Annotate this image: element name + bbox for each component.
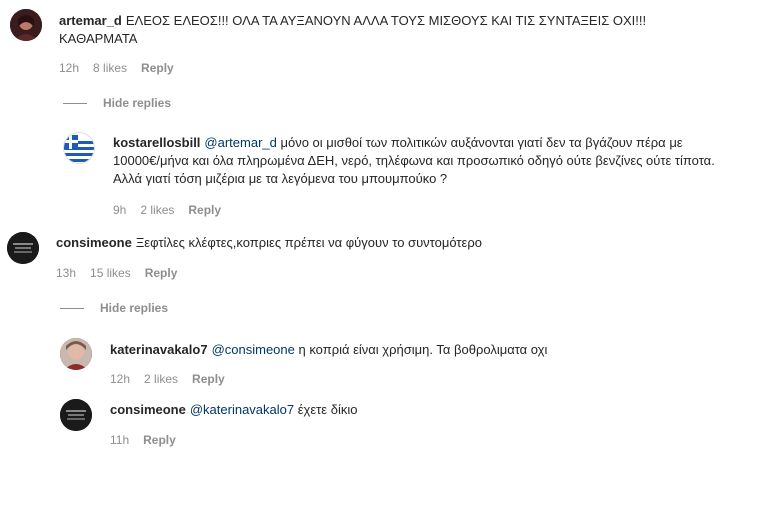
reply-button[interactable]: Reply	[145, 266, 178, 280]
reply-button[interactable]: Reply	[143, 433, 176, 447]
divider-line	[60, 307, 84, 309]
comment-likes[interactable]: 15 likes	[90, 266, 131, 280]
mention-link[interactable]: @consimeone	[212, 342, 295, 357]
comment-time[interactable]: 13h	[56, 266, 76, 280]
hide-replies-button[interactable]: Hide replies	[63, 96, 171, 110]
avatar[interactable]	[10, 9, 42, 41]
comment-text: έχετε δίκιο	[297, 402, 358, 417]
comment-time[interactable]: 12h	[59, 61, 79, 75]
avatar[interactable]	[63, 132, 95, 164]
comment-username[interactable]: kostarellosbill	[113, 135, 200, 150]
comment-username[interactable]: katerinavakalo7	[110, 342, 208, 357]
avatar[interactable]	[60, 399, 92, 431]
hide-replies-button[interactable]: Hide replies	[60, 301, 168, 315]
comment-time[interactable]: 11h	[110, 433, 129, 447]
reply-button[interactable]: Reply	[192, 372, 225, 386]
comment-text: ΕΛΕΟΣ ΕΛΕΟΣ!!! ΟΛΑ ΤΑ ΑΥΞΑΝΟΥΝ ΑΛΛΑ ΤΟΥΣ…	[59, 13, 647, 46]
comment-username[interactable]: artemar_d	[59, 13, 122, 28]
mention-link[interactable]: @artemar_d	[204, 135, 276, 150]
comment-time[interactable]: 9h	[113, 203, 126, 217]
avatar[interactable]	[60, 338, 92, 370]
hide-replies-label: Hide replies	[100, 301, 169, 315]
avatar[interactable]	[7, 232, 39, 264]
hide-replies-label: Hide replies	[103, 96, 172, 110]
comment-likes[interactable]: 8 likes	[93, 61, 127, 75]
comment-username[interactable]: consimeone	[110, 402, 186, 417]
divider-line	[63, 102, 87, 104]
comment-time[interactable]: 12h	[110, 372, 130, 386]
comment-username[interactable]: consimeone	[56, 235, 132, 250]
comment-text: η κοπριά είναι χρήσιμη. Τα βοθρολιματα ο…	[298, 342, 548, 357]
reply-button[interactable]: Reply	[141, 61, 174, 75]
comment-likes[interactable]: 2 likes	[140, 203, 174, 217]
reply-button[interactable]: Reply	[188, 203, 221, 217]
mention-link[interactable]: @katerinavakalo7	[190, 402, 294, 417]
comment-text: Ξεφτίλες κλέφτες,κοπριες πρέπει να φύγου…	[135, 235, 482, 250]
comment-likes[interactable]: 2 likes	[144, 372, 178, 386]
